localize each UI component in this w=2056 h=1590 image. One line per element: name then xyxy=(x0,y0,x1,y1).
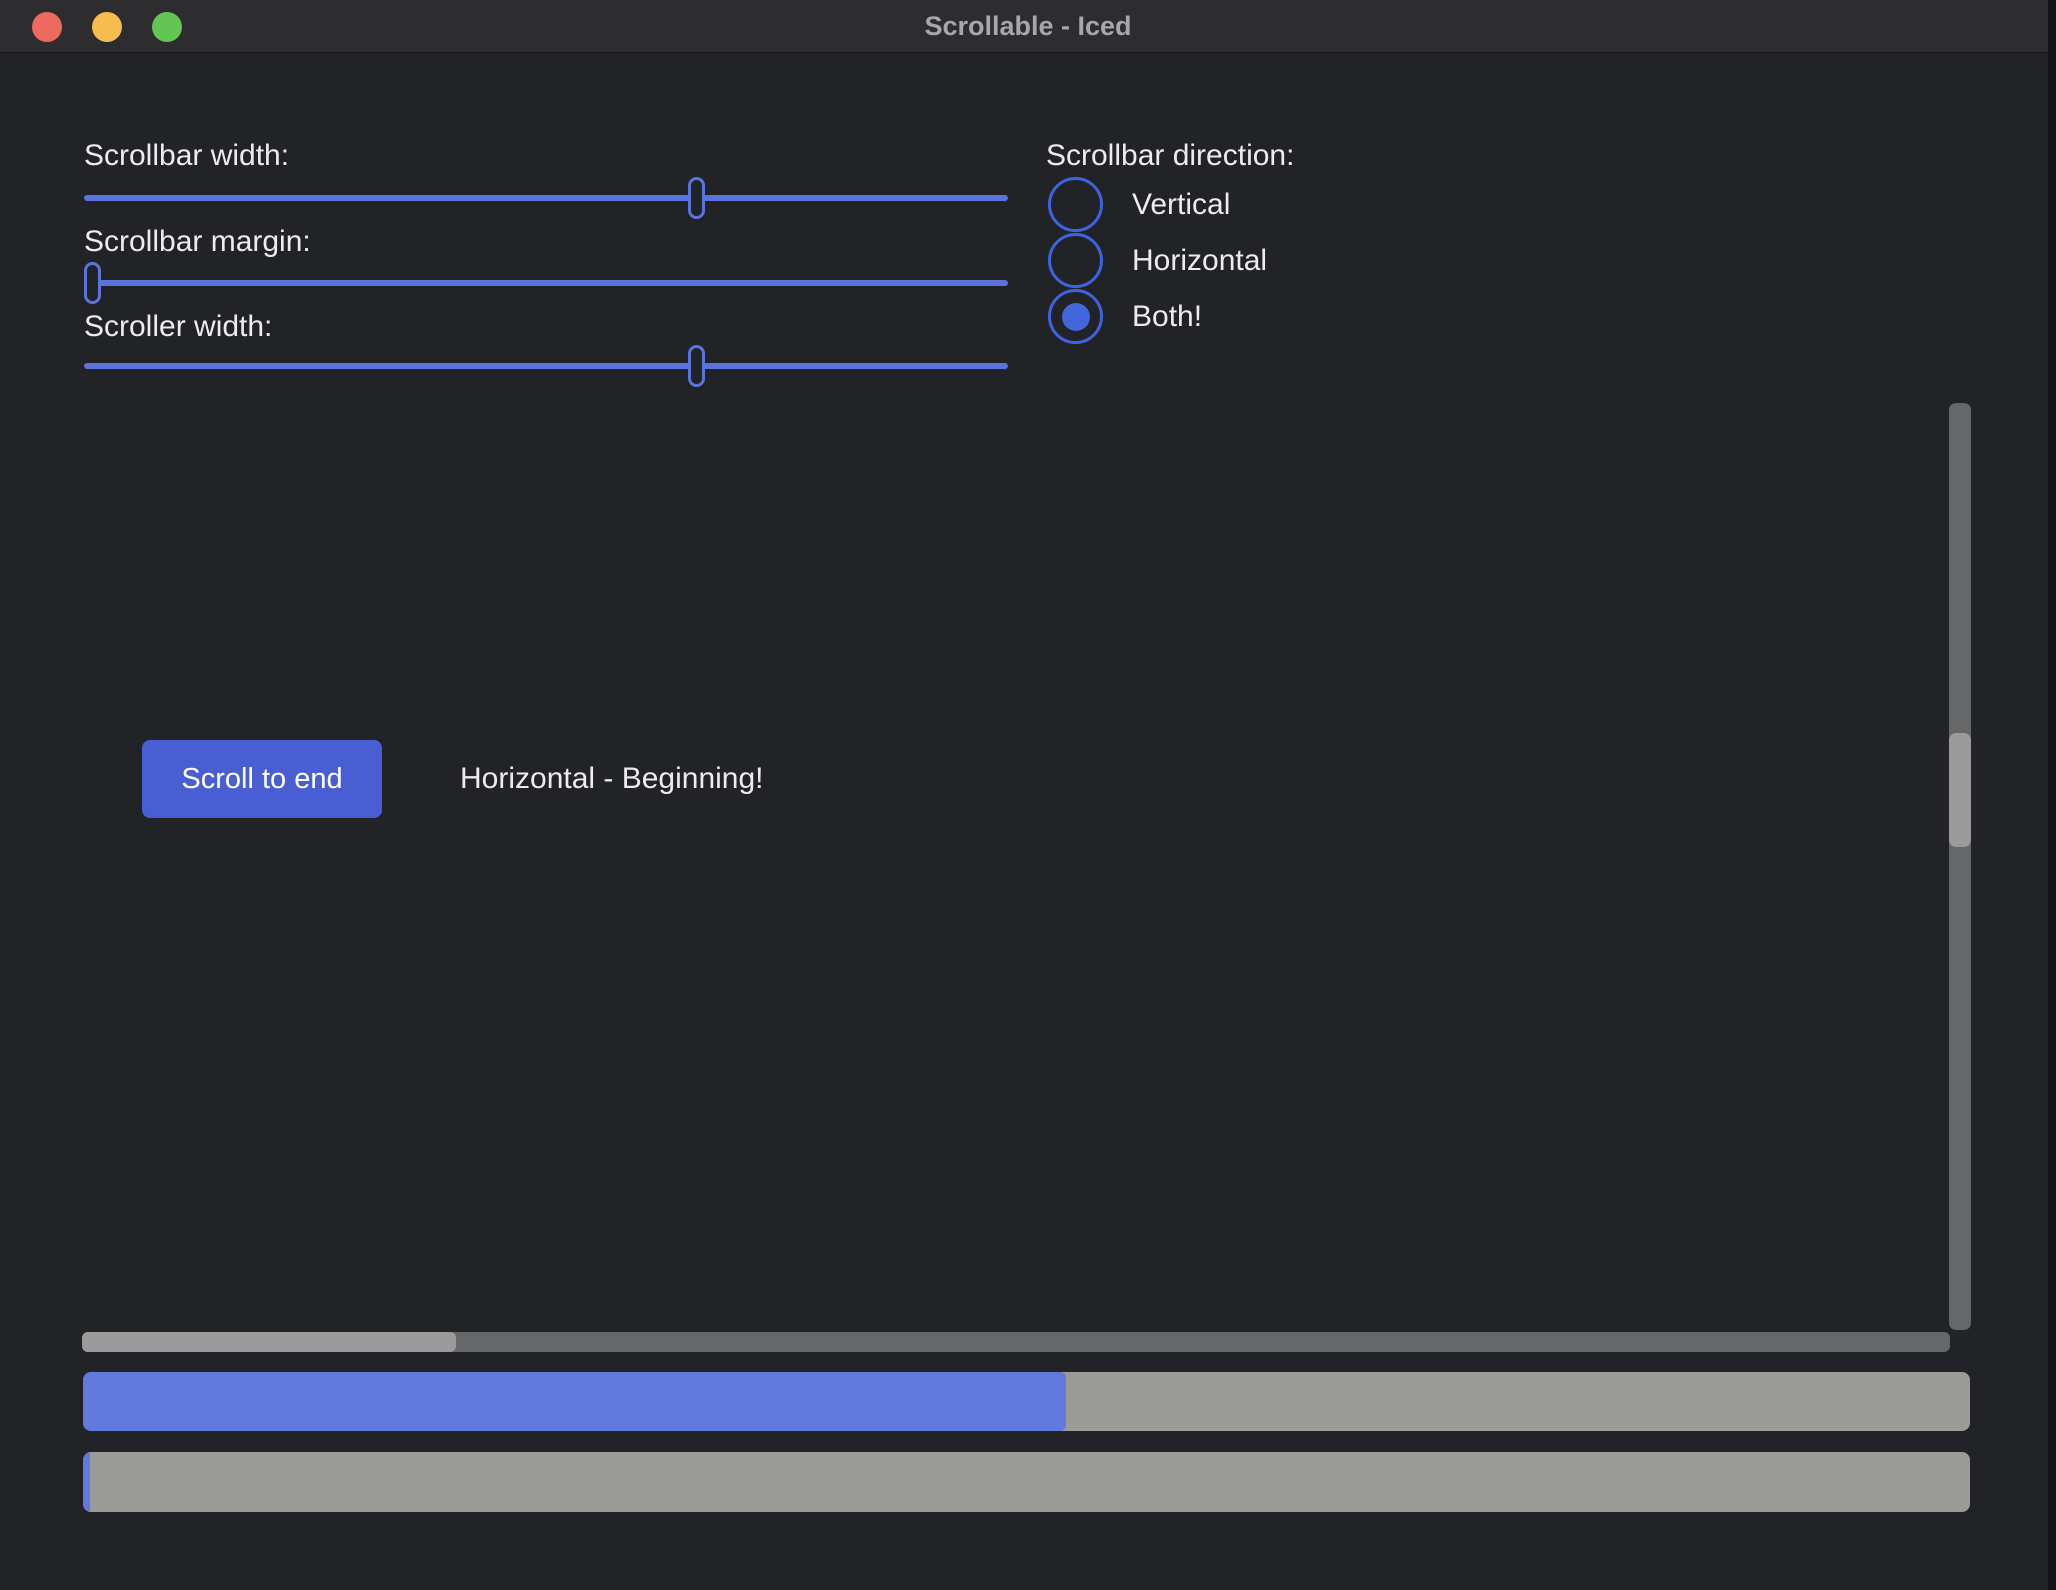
radio-circle-icon[interactable] xyxy=(1048,177,1103,232)
app-window: { "window": { "title": "Scrollable - Ice… xyxy=(0,0,2056,1590)
radio-dot-icon xyxy=(1062,303,1090,331)
radio-circle-icon[interactable] xyxy=(1048,289,1103,344)
radio-circle-icon[interactable] xyxy=(1048,233,1103,288)
horizontal-progress-bar xyxy=(83,1372,1970,1431)
radio-horizontal[interactable]: Horizontal xyxy=(1048,233,1267,288)
scroll-to-end-button[interactable]: Scroll to end xyxy=(142,740,382,818)
scrollbar-direction-label: Scrollbar direction: xyxy=(1046,138,1294,174)
horizontal-scrollbar[interactable] xyxy=(82,1332,1950,1352)
slider-rail[interactable] xyxy=(84,280,1008,286)
titlebar: Scrollable - Iced xyxy=(0,0,2056,53)
scrollbar-margin-label: Scrollbar margin: xyxy=(84,224,311,260)
scrollbar-width-label: Scrollbar width: xyxy=(84,138,289,174)
scroller-width-label: Scroller width: xyxy=(84,309,272,345)
scrollbar-margin-slider[interactable] xyxy=(84,262,1008,304)
scroller-width-slider[interactable] xyxy=(84,345,1008,387)
progress-fill xyxy=(83,1372,1066,1431)
horizontal-scroller-thumb[interactable] xyxy=(82,1332,456,1352)
slider-rail[interactable] xyxy=(84,363,1008,369)
slider-handle[interactable] xyxy=(84,262,101,304)
radio-vertical-label: Vertical xyxy=(1132,188,1230,222)
scroll-status-text: Horizontal - Beginning! xyxy=(460,761,764,797)
window-title: Scrollable - Iced xyxy=(0,0,2056,53)
slider-handle[interactable] xyxy=(688,177,705,219)
radio-both-label: Both! xyxy=(1132,300,1202,334)
scrollbar-width-slider[interactable] xyxy=(84,177,1008,219)
slider-rail[interactable] xyxy=(84,195,1008,201)
vertical-scrollbar[interactable] xyxy=(1949,403,1971,1330)
slider-handle[interactable] xyxy=(688,345,705,387)
radio-vertical[interactable]: Vertical xyxy=(1048,177,1230,232)
vertical-scroller-thumb[interactable] xyxy=(1949,733,1971,847)
radio-horizontal-label: Horizontal xyxy=(1132,244,1267,278)
vertical-progress-bar xyxy=(83,1452,1970,1512)
radio-both[interactable]: Both! xyxy=(1048,289,1202,344)
window-right-edge xyxy=(2048,0,2056,1590)
progress-fill xyxy=(83,1452,90,1512)
